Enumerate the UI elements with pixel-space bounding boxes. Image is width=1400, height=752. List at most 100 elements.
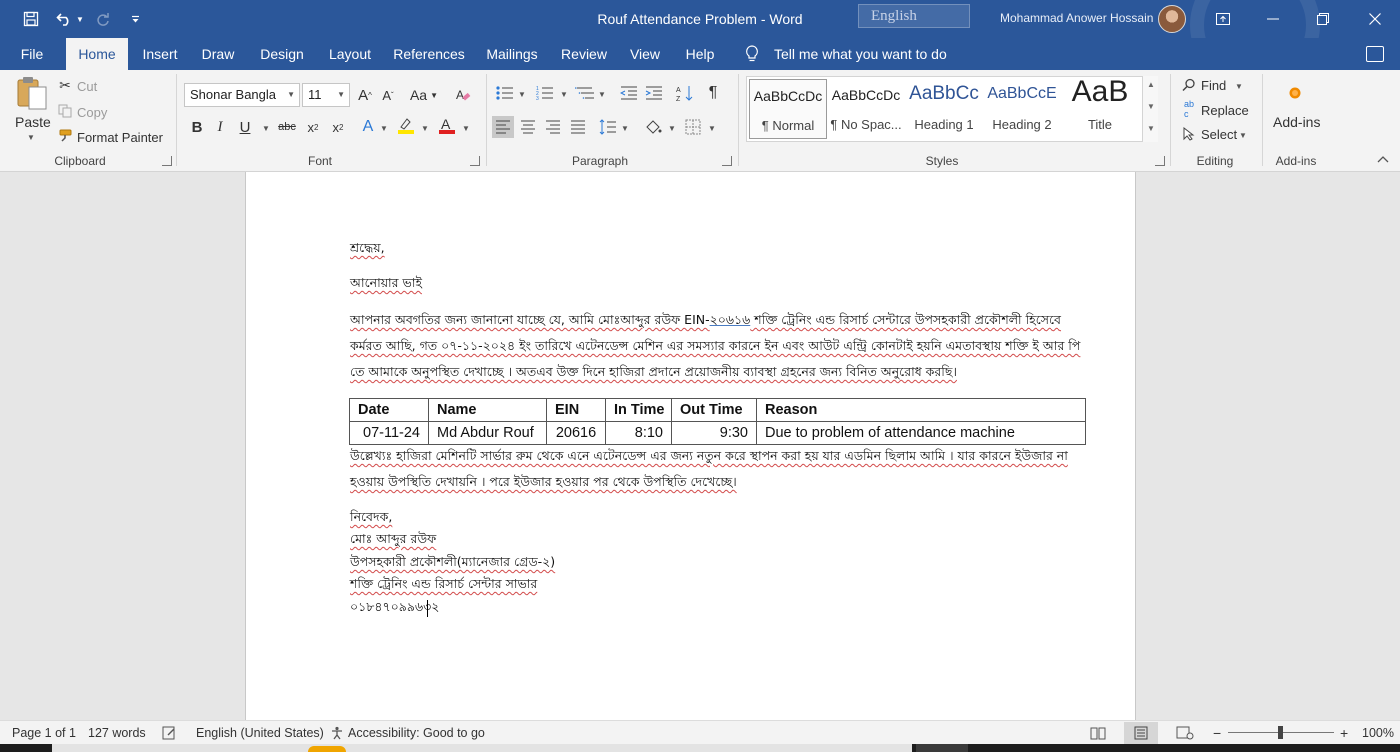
style-no-spacing[interactable]: AaBbCcDc ¶ No Spac...	[827, 79, 905, 139]
change-case-icon[interactable]: Aa ▼	[408, 84, 440, 106]
underline-dropdown-icon[interactable]: ▼	[262, 124, 270, 133]
align-left-icon[interactable]	[492, 116, 514, 138]
shrink-font-icon[interactable]: Aˇ	[377, 84, 399, 106]
bullets-icon[interactable]	[494, 82, 516, 104]
zoom-slider-thumb[interactable]	[1278, 726, 1283, 739]
style-title[interactable]: AaB Title	[1061, 75, 1139, 139]
undo-icon[interactable]	[52, 0, 76, 38]
font-launcher-icon[interactable]	[470, 156, 480, 166]
accessibility-status[interactable]: Accessibility: Good to go	[348, 721, 485, 745]
taskbar-app-icon[interactable]	[308, 746, 346, 752]
tell-me-search[interactable]: Tell me what you want to do	[774, 38, 947, 70]
multilevel-list-icon[interactable]	[574, 82, 596, 104]
borders-dropdown-icon[interactable]: ▼	[708, 124, 716, 133]
zoom-level[interactable]: 100%	[1362, 721, 1394, 745]
customize-quick-access-icon[interactable]	[128, 0, 142, 38]
font-name-box[interactable]: Shonar Bangla ▼	[184, 83, 300, 107]
table-header-cell[interactable]: Date	[349, 398, 429, 422]
tab-view[interactable]: View	[624, 38, 666, 70]
taskbar-window-strip[interactable]	[52, 744, 912, 752]
highlight-color-icon[interactable]	[395, 114, 417, 136]
text-effects-icon[interactable]: A	[357, 116, 379, 138]
numbering-dropdown-icon[interactable]: ▼	[560, 90, 568, 99]
style-heading-2[interactable]: AaBbCcE Heading 2	[983, 79, 1061, 139]
gallery-down-icon[interactable]: ▼	[1147, 102, 1155, 111]
page-count[interactable]: Page 1 of 1	[12, 721, 76, 745]
superscript-icon[interactable]: x2	[327, 116, 349, 138]
table-cell-out-time[interactable]: 9:30	[671, 421, 757, 445]
grow-font-icon[interactable]: A ^	[354, 84, 376, 106]
table-header-cell[interactable]: EIN	[546, 398, 606, 422]
font-size-box[interactable]: 11 ▼	[302, 83, 350, 107]
align-center-icon[interactable]	[517, 116, 539, 138]
paragraph-launcher-icon[interactable]	[722, 156, 732, 166]
language-status[interactable]: English (United States)	[196, 721, 324, 745]
highlight-dropdown-icon[interactable]: ▼	[421, 124, 429, 133]
paste-icon[interactable]	[14, 74, 50, 112]
strikethrough-icon[interactable]: abc	[276, 116, 298, 138]
line-spacing-icon[interactable]	[597, 116, 619, 138]
word-count[interactable]: 127 words	[88, 721, 146, 745]
user-avatar[interactable]	[1158, 5, 1186, 33]
tab-references[interactable]: References	[390, 38, 468, 70]
find-dropdown-icon[interactable]: ▼	[1235, 82, 1243, 91]
show-formatting-marks-icon[interactable]: ¶	[702, 82, 724, 104]
clear-formatting-icon[interactable]: A	[452, 84, 474, 106]
gallery-more-icon[interactable]: ▼	[1147, 124, 1155, 133]
close-icon[interactable]	[1352, 0, 1398, 38]
decrease-indent-icon[interactable]	[618, 82, 640, 104]
collapse-ribbon-icon[interactable]	[1374, 150, 1392, 168]
text-effects-dropdown-icon[interactable]: ▼	[380, 124, 388, 133]
minimize-icon[interactable]	[1250, 0, 1296, 38]
font-size-dropdown-icon[interactable]: ▼	[337, 84, 345, 106]
table-cell-in-time[interactable]: 8:10	[605, 421, 672, 445]
styles-launcher-icon[interactable]	[1155, 156, 1165, 166]
underline-icon[interactable]: U	[234, 116, 256, 138]
attendance-table[interactable]: Date Name EIN In Time Out Time Reason 07…	[349, 398, 1086, 445]
document-area[interactable]: শ্রদ্ধেয়, আনোয়ার ভাই আপনার অবগতির জন্য…	[0, 172, 1400, 720]
tab-mailings[interactable]: Mailings	[480, 38, 544, 70]
subscript-icon[interactable]: x2	[302, 116, 324, 138]
numbering-icon[interactable]: 123	[534, 82, 556, 104]
replace-button[interactable]: Replace	[1201, 103, 1249, 118]
shading-dropdown-icon[interactable]: ▼	[668, 124, 676, 133]
style-heading-1[interactable]: AaBbCc Heading 1	[905, 79, 983, 139]
language-indicator[interactable]: English	[858, 4, 970, 28]
table-cell-reason[interactable]: Due to problem of attendance machine	[756, 421, 1086, 445]
tab-help[interactable]: Help	[678, 38, 722, 70]
select-button[interactable]: Select	[1201, 127, 1237, 142]
find-button[interactable]: Find	[1201, 78, 1226, 93]
addins-button[interactable]: Add-ins	[1273, 114, 1320, 130]
increase-indent-icon[interactable]	[643, 82, 665, 104]
multilevel-dropdown-icon[interactable]: ▼	[598, 90, 606, 99]
shading-icon[interactable]	[642, 116, 664, 138]
copy-button[interactable]: Copy	[77, 105, 107, 120]
cut-button[interactable]: Cut	[77, 79, 97, 94]
tab-home[interactable]: Home	[66, 38, 128, 70]
font-color-dropdown-icon[interactable]: ▼	[462, 124, 470, 133]
align-right-icon[interactable]	[542, 116, 564, 138]
lightbulb-icon[interactable]	[745, 45, 759, 63]
table-cell-name[interactable]: Md Abdur Rouf	[428, 421, 547, 445]
proofing-icon[interactable]	[162, 721, 176, 745]
document-page[interactable]: শ্রদ্ধেয়, আনোয়ার ভাই আপনার অবগতির জন্য…	[245, 172, 1136, 720]
table-header-cell[interactable]: Name	[428, 398, 547, 422]
table-cell-date[interactable]: 07-11-24	[349, 421, 429, 445]
read-mode-icon[interactable]	[1090, 721, 1106, 745]
print-layout-view[interactable]	[1124, 722, 1158, 744]
font-name-dropdown-icon[interactable]: ▼	[287, 84, 295, 106]
paste-dropdown-icon[interactable]: ▼	[27, 133, 35, 142]
bold-icon[interactable]: B	[186, 116, 208, 138]
user-name[interactable]: Mohammad Anower Hossain	[1000, 0, 1153, 38]
undo-dropdown-icon[interactable]: ▼	[74, 0, 86, 38]
zoom-out-icon[interactable]: −	[1213, 721, 1221, 745]
table-cell-ein[interactable]: 20616	[546, 421, 606, 445]
table-header-cell[interactable]: Reason	[756, 398, 1086, 422]
select-dropdown-icon[interactable]: ▼	[1239, 131, 1247, 140]
comments-icon[interactable]	[1366, 46, 1384, 62]
sort-icon[interactable]: AZ	[674, 82, 696, 104]
style-normal[interactable]: AaBbCcDc ¶ Normal	[749, 79, 827, 139]
accessibility-icon[interactable]	[330, 721, 344, 745]
addins-icon[interactable]	[1284, 82, 1306, 104]
paste-button[interactable]: Paste	[15, 114, 51, 130]
